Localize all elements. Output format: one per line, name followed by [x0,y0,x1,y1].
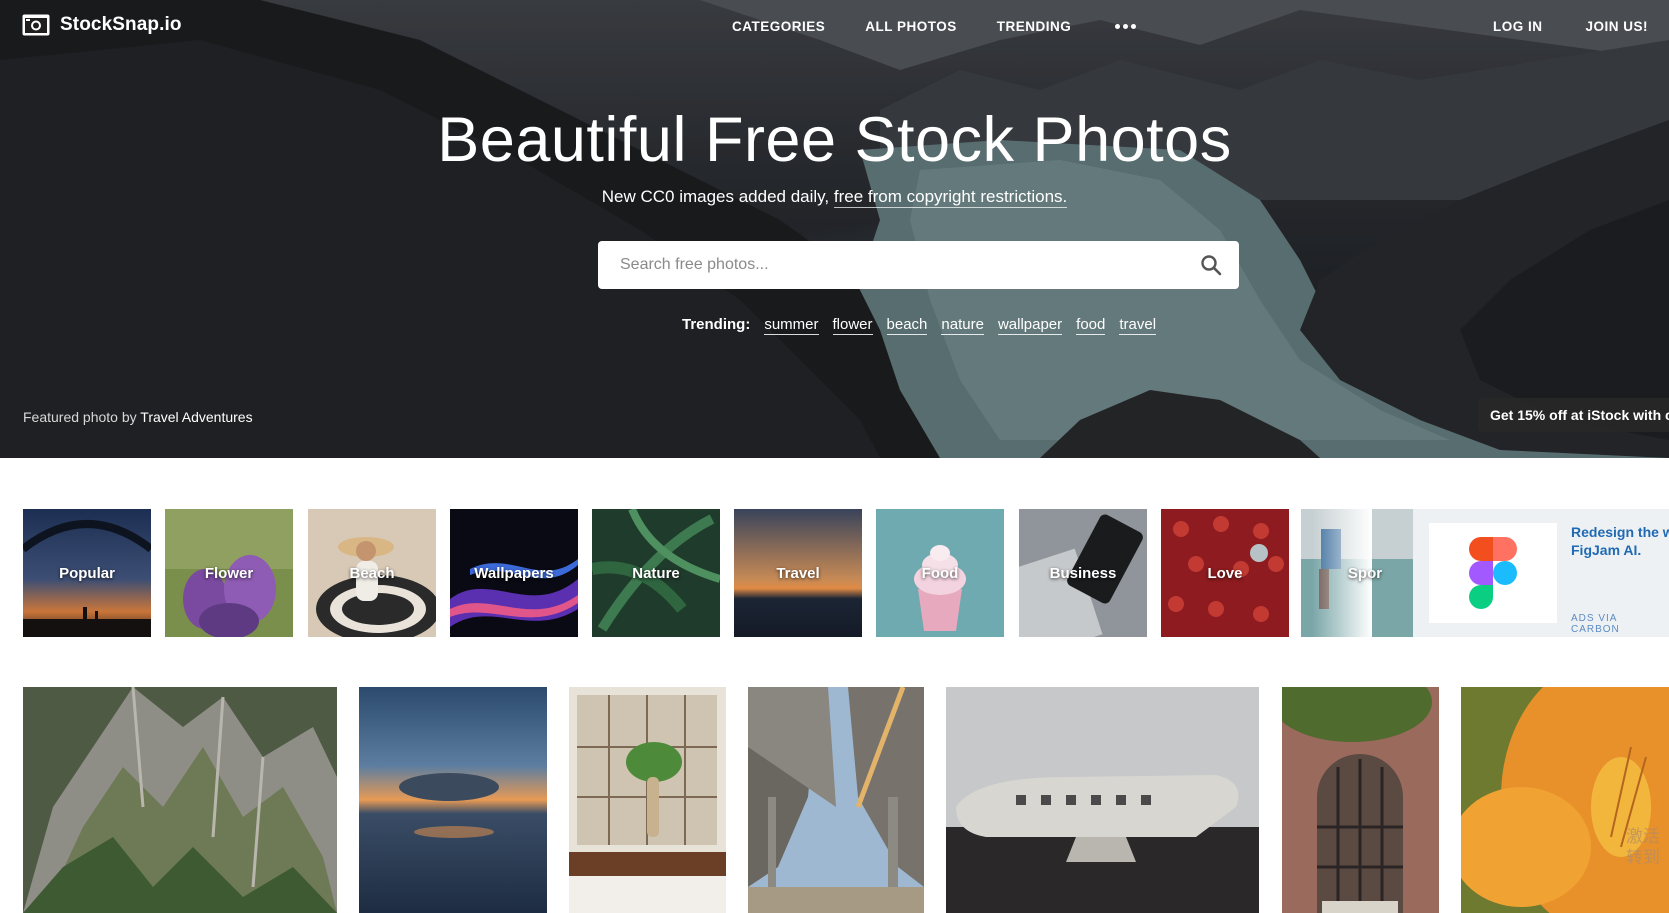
ad-text[interactable]: Redesign the w FigJam AI. [1571,523,1669,559]
join-link[interactable]: JOIN US! [1586,19,1649,34]
category-label: Popular [59,564,115,582]
photo-cafe-plant[interactable] [569,687,726,913]
search-icon[interactable] [1200,254,1222,276]
main-nav: CATEGORIES ALL PHOTOS TRENDING [732,19,1137,34]
watermark-line: 转到 [1626,848,1660,867]
featured-prefix: Featured photo by [23,409,137,425]
photo-arched-window[interactable] [1282,687,1439,913]
category-label: Beach [349,564,395,582]
photo-orange-lily[interactable] [1461,687,1669,913]
watermark-line: 激活 [1626,827,1660,846]
category-love[interactable]: Love [1161,509,1289,637]
camera-logo-icon [22,14,50,36]
istock-promo-button[interactable]: Get 15% off at iStock with co [1478,398,1669,432]
category-food[interactable]: Food [876,509,1004,637]
category-label: Wallpapers [474,564,554,582]
hero-subtitle: New CC0 images added daily, free from co… [0,187,1669,208]
category-label: Nature [632,564,680,582]
nav-trending[interactable]: TRENDING [997,19,1072,34]
trending-tag[interactable]: nature [941,316,984,335]
hero-banner: StockSnap.io CATEGORIES ALL PHOTOS TREND… [0,0,1669,458]
more-dots-icon[interactable] [1115,24,1137,29]
photo-sunset-sea[interactable] [359,687,547,913]
category-label: Love [1207,564,1243,582]
category-beach[interactable]: Beach [308,509,436,637]
os-activation-watermark: 激活 转到 [1626,826,1660,868]
category-popular[interactable]: Popular [23,509,151,637]
figma-logo-icon [1429,523,1557,623]
trending-tag[interactable]: summer [764,316,819,335]
logo-text: StockSnap.io [60,14,182,35]
trending-tag[interactable]: food [1076,316,1106,335]
category-travel[interactable]: Travel [734,509,862,637]
trending-tag[interactable]: beach [886,316,928,335]
trending-tags: Trending: summer flower beach nature wal… [682,316,1157,335]
carbon-ad[interactable]: Redesign the w FigJam AI. ADS VIA CARBON [1413,509,1669,637]
category-label: Business [1049,564,1117,582]
nav-categories[interactable]: CATEGORIES [732,19,825,34]
photo-mountain-ridge[interactable] [23,687,337,913]
category-business[interactable]: Business [1019,509,1147,637]
login-link[interactable]: LOG IN [1493,19,1543,34]
subtitle-text: New CC0 images added daily, [601,187,830,206]
category-label: Spor [1347,564,1383,582]
search-bar [598,241,1239,289]
featured-credit: Featured photo by Travel Adventures [23,409,253,425]
trending-label: Trending: [682,316,751,333]
trending-tag[interactable]: travel [1119,316,1157,335]
category-wallpapers[interactable]: Wallpapers [450,509,578,637]
photo-bridge-underside[interactable] [748,687,924,913]
featured-author-link[interactable]: Travel Adventures [140,409,252,425]
category-label: Travel [776,564,820,582]
hero-title: Beautiful Free Stock Photos [437,105,1232,175]
auth-links: LOG IN JOIN US! [1493,19,1648,34]
logo[interactable]: StockSnap.io [22,14,182,36]
category-nature[interactable]: Nature [592,509,720,637]
trending-tag[interactable]: wallpaper [997,316,1063,335]
nav-all-photos[interactable]: ALL PHOTOS [865,19,957,34]
copyright-link[interactable]: free from copyright restrictions. [833,187,1068,208]
search-input[interactable] [618,255,1200,275]
photo-plane-wreck[interactable] [946,687,1259,913]
ad-via-carbon[interactable]: ADS VIA CARBON [1571,613,1669,635]
category-flower[interactable]: Flower [165,509,293,637]
category-label: Food [921,564,959,582]
category-label: Flower [204,564,254,582]
trending-tag[interactable]: flower [832,316,873,335]
top-navigation: StockSnap.io CATEGORIES ALL PHOTOS TREND… [0,0,1669,56]
